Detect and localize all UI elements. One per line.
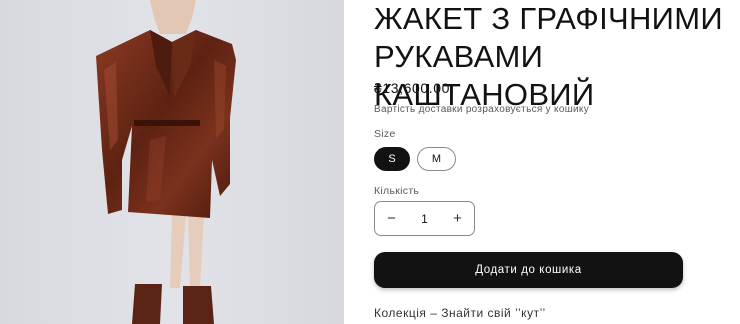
product-title: ЖАКЕТ З ГРАФІЧНИМИ РУКАВАМИ КАШТАНОВИЙ [374, 1, 723, 112]
product-info: ЖАКЕТ З ГРАФІЧНИМИ РУКАВАМИ КАШТАНОВИЙ ₴… [374, 0, 740, 324]
product-price: ₴13,600.00 [374, 80, 451, 96]
product-image[interactable] [0, 0, 344, 324]
quantity-label: Кількість [374, 185, 420, 197]
size-options: S M [374, 147, 456, 171]
quantity-input[interactable]: 1 [408, 212, 441, 226]
size-option-s[interactable]: S [374, 147, 410, 171]
quantity-stepper: − 1 + [374, 201, 475, 236]
size-option-m[interactable]: M [417, 147, 456, 171]
quantity-increment-button[interactable]: + [441, 202, 474, 235]
quantity-decrement-button[interactable]: − [375, 202, 408, 235]
size-label: Size [374, 128, 396, 140]
shipping-note: Вартість доставки розраховується у кошик… [374, 104, 589, 115]
add-to-cart-button[interactable]: Додати до кошика [374, 252, 683, 288]
collection-link[interactable]: Колекція – Знайти свій ’’кут’’ [374, 306, 546, 320]
